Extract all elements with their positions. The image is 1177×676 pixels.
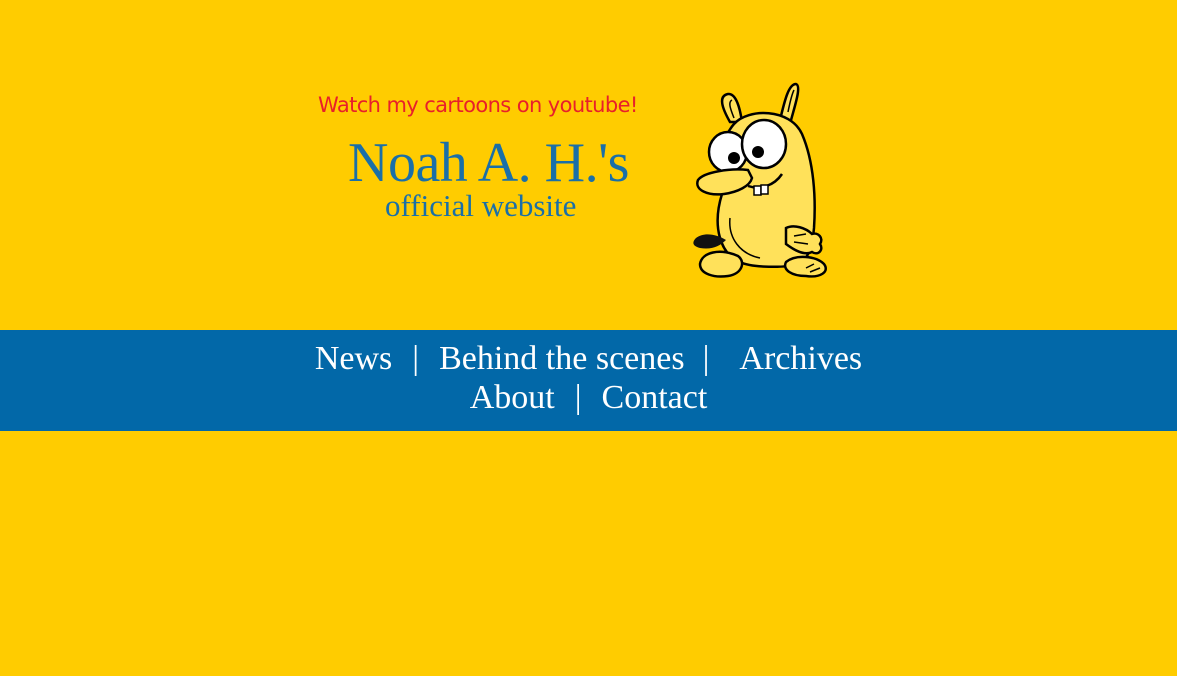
nav-row-1: News | Behind the scenes | Archives [0,339,1177,379]
main-navigation: News | Behind the scenes | Archives About | Co… [0,330,1177,431]
nav-link-contact[interactable]: Contact [602,379,708,416]
nav-link-about[interactable]: About [470,379,555,416]
nav-separator: | [574,379,582,416]
site-header: Watch my cartoons on youtube! Noah A. H.… [0,0,1177,330]
site-title: Noah A. H.'s [348,132,629,194]
mascot-cartoon-icon [693,82,827,278]
nav-separator: | [412,340,420,377]
nav-separator: | [702,340,710,377]
site-subtitle: official website [385,188,577,223]
youtube-link[interactable]: Watch my cartoons on youtube! [318,93,638,117]
nav-link-news[interactable]: News [315,340,392,377]
nav-link-archives[interactable]: Archives [739,340,862,377]
nav-link-behind-the-scenes[interactable]: Behind the scenes [439,340,685,377]
nav-row-2: About | Contact [0,378,1177,418]
